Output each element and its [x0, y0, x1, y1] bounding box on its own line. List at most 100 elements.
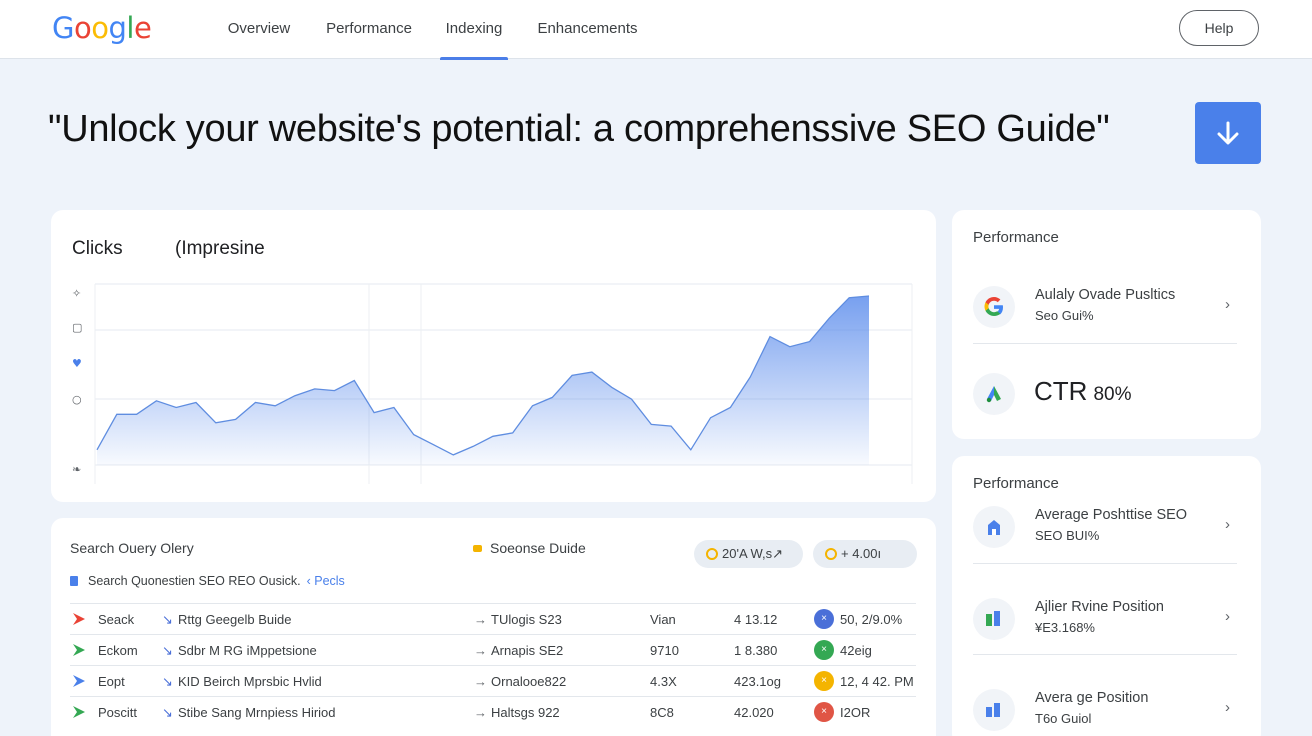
arrow-icon: →: [474, 674, 487, 689]
row-name: Poscitt: [98, 705, 138, 720]
side-item-average-position-2[interactable]: Avera ge Position T6o Guiol ›: [973, 689, 1237, 731]
table-row[interactable]: Eopt ↘ KID Beirch Mprsbic Hvlid → Ornalooe82…: [70, 665, 916, 696]
circle-icon: [706, 548, 718, 560]
row-value: 12, 4 42. PM: [840, 674, 914, 689]
side-card-title: Performance: [973, 229, 1059, 246]
arrow-icon: →: [474, 705, 487, 720]
side-item-line1: Avera ge Position: [1035, 690, 1149, 706]
side-item-line1: Ajlier Rvine Position: [1035, 599, 1164, 615]
row-col5: 42.020: [734, 705, 774, 720]
filter-pill-1[interactable]: 20'A W,s↗: [694, 540, 803, 568]
bar-chart-icon: [973, 689, 1015, 731]
divider: [973, 343, 1237, 344]
row-col4: 4.3X: [650, 674, 677, 689]
google-g-icon: [973, 286, 1015, 328]
divider: [973, 654, 1237, 655]
clicks-area: [97, 296, 869, 465]
side-item-line2: SEO BUI%: [1035, 528, 1100, 543]
table-title: Search Ouery Olery: [70, 540, 194, 556]
comment-icon: ▢: [72, 321, 82, 334]
side-item-line2: Seo Gui%: [1035, 308, 1094, 323]
logo-letter: o: [73, 11, 92, 45]
side-item-average-position[interactable]: Average Poshttise SEO SEO BUI% ›: [973, 506, 1237, 548]
row-col5: 423.1og: [734, 674, 781, 689]
logo-letter: G: [52, 11, 74, 45]
row-query: Rttg Geegelb Buide: [178, 612, 292, 627]
status-badge: ×: [814, 702, 834, 722]
row-type-icon: [72, 705, 86, 719]
search-icon: [825, 548, 837, 560]
chevron-right-icon: ›: [1225, 516, 1230, 533]
doc-icon: [70, 576, 78, 586]
table-mid-label: Soeonse Duide: [473, 540, 586, 556]
divider: [973, 563, 1237, 564]
row-query: Sdbr M RG iMppetsione: [178, 643, 317, 658]
row-type-icon: [72, 674, 86, 688]
tag-icon: ↘: [162, 705, 173, 720]
bar-chart-icon: [973, 598, 1015, 640]
logo-letter: g: [108, 11, 127, 45]
row-query: Stibe Sang Mrnpiess Hiriod: [178, 705, 336, 720]
tab-indexing[interactable]: Indexing: [440, 0, 508, 60]
tag-icon: ↘: [162, 674, 173, 689]
side-item-higher-position[interactable]: Ajlier Rvine Position ¥E3.168% ›: [973, 598, 1237, 640]
chevron-right-icon: ›: [1225, 296, 1230, 313]
download-button[interactable]: [1195, 102, 1261, 164]
side-card-title: Performance: [973, 475, 1059, 492]
shield-icon: ○: [72, 393, 82, 406]
row-value: I2OR: [840, 705, 871, 720]
pecls-link[interactable]: ‹ Pecls: [307, 574, 345, 588]
side-item-line2: ¥E3.168%: [1035, 620, 1095, 635]
table-row[interactable]: Poscitt ↘ Stibe Sang Mrnpiess Hiriod → Halts…: [70, 696, 916, 727]
table-row[interactable]: Eckom ↘ Sdbr M RG iMppetsione → Arnapis SE2 9…: [70, 634, 916, 665]
row-type-icon: [72, 612, 86, 626]
side-item-line1: Average Poshttise SEO: [1035, 507, 1188, 523]
chevron-right-icon: ›: [1225, 699, 1230, 716]
sparkle-icon: ✧: [72, 287, 81, 300]
row-value: 50, 2/9.0%: [840, 612, 903, 627]
row-col4: 8C8: [650, 705, 674, 720]
tab-performance[interactable]: Performance: [324, 0, 414, 59]
row-page: Arnapis SE2: [491, 643, 564, 658]
tab-enhancements[interactable]: Enhancements: [536, 0, 639, 59]
row-page: Ornalooe822: [491, 674, 567, 689]
performance-chart-card: Clicks (Impresine ✧ ▢ ♥ ○ ❧: [51, 210, 936, 502]
leaf-icon: ❧: [72, 463, 81, 476]
chevron-right-icon: ›: [1225, 608, 1230, 625]
ads-triangle-icon: [973, 373, 1015, 415]
status-badge: ×: [814, 671, 834, 691]
row-name: Seack: [98, 612, 135, 627]
google-logo[interactable]: Google: [52, 11, 152, 45]
side-item-quality[interactable]: Aulaly Ovade Pusltics Seo Gui% ›: [973, 286, 1237, 328]
search-query-table-card: Search Ouery Olery Soeonse Duide 20'A W,…: [51, 518, 936, 736]
tag-icon: ↘: [162, 643, 173, 658]
heart-icon: ♥: [72, 357, 82, 370]
row-name: Eckom: [98, 643, 138, 658]
row-value: 42eig: [840, 643, 872, 658]
help-button[interactable]: Help: [1179, 10, 1259, 46]
row-type-icon: [72, 643, 86, 657]
status-badge: ×: [814, 640, 834, 660]
row-query: KID Beirch Mprsbic Hvlid: [178, 674, 322, 689]
top-nav-bar: Google Overview Performance Indexing Enh…: [0, 0, 1312, 60]
side-item-line2: T6o Guiol: [1035, 711, 1092, 726]
clicks-area-chart: ✧ ▢ ♥ ○ ❧: [72, 283, 913, 484]
status-badge: ×: [814, 609, 834, 629]
arrow-down-icon: [1217, 121, 1239, 145]
row-col5: 4 13.12: [734, 612, 778, 627]
tag-icon: ↘: [162, 612, 173, 627]
arrow-icon: →: [474, 643, 487, 658]
row-name: Eopt: [98, 674, 125, 689]
ctr-metric: CTR 80%: [1034, 376, 1132, 406]
row-col4: Vian: [650, 612, 676, 627]
logo-letter: e: [133, 11, 152, 45]
logo-letter: o: [91, 11, 109, 45]
row-col4: 9710: [650, 643, 679, 658]
folder-icon: [473, 545, 482, 552]
tab-overview[interactable]: Overview: [227, 0, 291, 59]
building-icon: [973, 506, 1015, 548]
filter-pill-2[interactable]: + 4.00ı: [813, 540, 917, 568]
table-row[interactable]: Seack ↘ Rttg Geegelb Buide → TUlogis S23 Vian…: [70, 603, 916, 634]
page-title: "Unlock your website's potential: a comp…: [48, 108, 1110, 150]
logo-letter: l: [126, 11, 134, 45]
